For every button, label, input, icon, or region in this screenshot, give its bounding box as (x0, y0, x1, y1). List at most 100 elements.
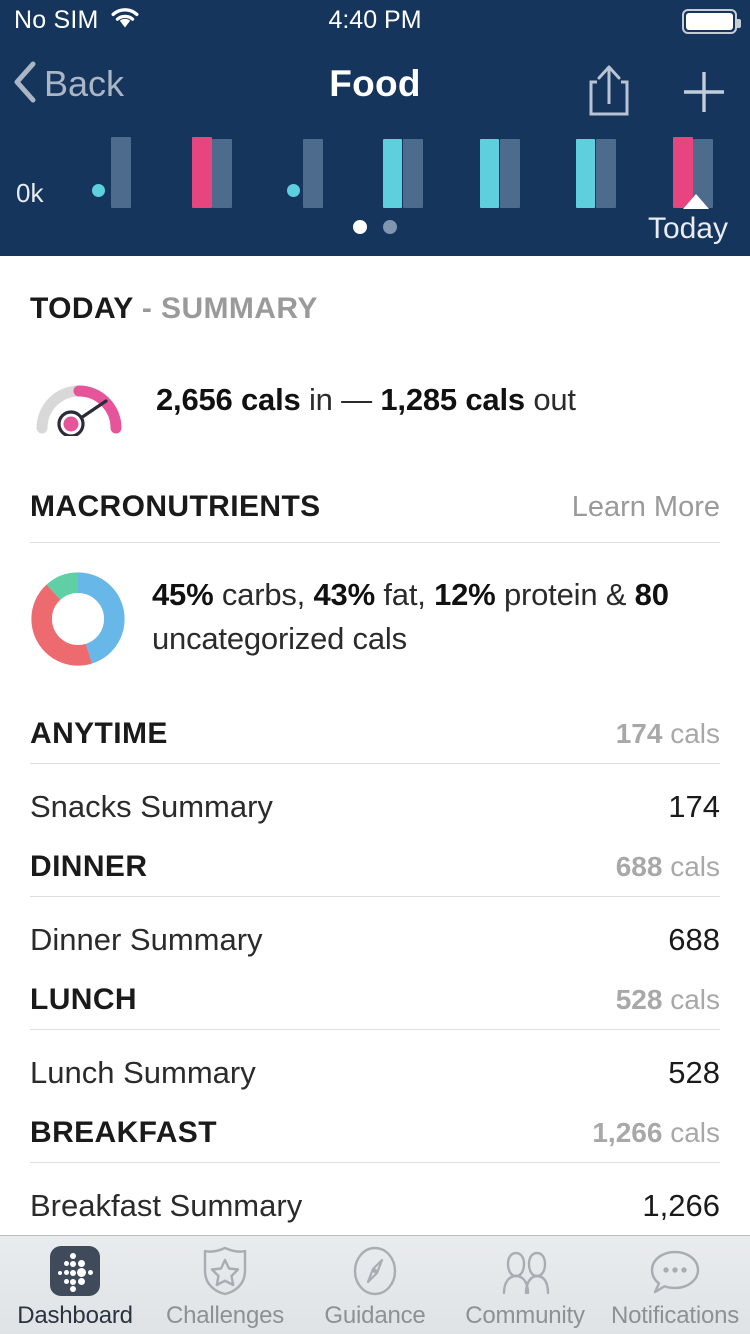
macronutrients-section: MACRONUTRIENTS Learn More 45% carbs, 43%… (0, 490, 750, 667)
chart-bar-out-day-3 (303, 139, 323, 208)
meal-row-value: 1,266 (642, 1188, 720, 1223)
page-dots[interactable] (0, 220, 750, 234)
meal-section-cals: 688 cals (616, 851, 720, 883)
today-heading-muted: SUMMARY (161, 292, 318, 325)
tab-bar: Dashboard Challenges Guidance Community … (0, 1235, 750, 1334)
caret-up-icon (683, 194, 709, 209)
learn-more-link[interactable]: Learn More (572, 491, 720, 524)
meal-group-dinner: DINNER 688 cals Dinner Summary 688 (0, 850, 750, 983)
header: No SIM 4:40 PM Back Food 0k Today (0, 0, 750, 309)
meal-section-title: ANYTIME (30, 717, 168, 750)
calories-summary-text: 2,656 cals in — 1,285 cals out (156, 382, 576, 418)
tab-challenges[interactable]: Challenges (150, 1236, 300, 1334)
compass-icon (350, 1245, 400, 1297)
fat-percent: 43% (313, 577, 376, 612)
meal-row[interactable]: Snacks Summary 174 (0, 764, 750, 850)
meal-row-value: 528 (668, 1055, 720, 1090)
meal-section-cals: 1,266 cals (592, 1117, 720, 1149)
tab-dashboard[interactable]: Dashboard (0, 1236, 150, 1334)
chart-bar-in-day-2 (192, 137, 212, 208)
today-heading-bold: TODAY (30, 292, 134, 325)
battery-icon (682, 9, 741, 34)
meal-section-header: LUNCH 528 cals (0, 983, 750, 1029)
page-title: Food (329, 63, 421, 104)
meal-section-title: DINNER (30, 850, 148, 883)
protein-percent: 12% (434, 577, 496, 612)
tab-dashboard-label: Dashboard (17, 1302, 133, 1329)
meal-section-title: LUNCH (30, 983, 137, 1016)
meal-section-cals-value: 688 (615, 851, 663, 882)
macronutrients-row[interactable]: 45% carbs, 43% fat, 12% protein & 80 unc… (30, 543, 720, 667)
chart-bar-out-day-4 (403, 139, 423, 208)
today-summary-heading: TODAY - SUMMARY (30, 292, 720, 326)
weekly-calories-chart[interactable] (0, 118, 750, 309)
meal-row-name: Lunch Summary (30, 1055, 256, 1090)
donut-chart-icon (30, 571, 126, 667)
meal-section-cals: 174 cals (616, 718, 720, 750)
meal-section-cals-value: 1,266 (592, 1117, 663, 1148)
meal-section-cals-unit: cals (670, 1117, 720, 1148)
people-icon (496, 1245, 554, 1297)
chart-bar-out-day-5 (500, 139, 520, 208)
meal-row-name: Breakfast Summary (30, 1188, 303, 1223)
page-dot-1[interactable] (353, 220, 367, 234)
chart-bar-in-day-6 (576, 139, 595, 208)
cals-in-word: in (308, 382, 333, 417)
meal-section-cals-unit: cals (670, 718, 720, 749)
carbs-label: carbs, (221, 577, 306, 612)
scroll-body[interactable]: TODAY - SUMMARY 2,656 cals in — 1,285 ca… (0, 256, 750, 1334)
page-dot-2[interactable] (383, 220, 397, 234)
meal-row-value: 688 (668, 922, 720, 957)
chart-bar-out-day-1 (111, 137, 131, 208)
cals-in-unit: cals (241, 382, 301, 417)
meal-section-cals-value: 528 (615, 984, 663, 1015)
fat-label: fat, (383, 577, 426, 612)
tab-guidance-label: Guidance (324, 1302, 426, 1329)
tab-community-label: Community (465, 1302, 585, 1329)
cals-in-value: 2,656 (156, 382, 233, 417)
calories-summary-row[interactable]: 2,656 cals in — 1,285 cals out (30, 364, 720, 438)
tab-challenges-label: Challenges (165, 1302, 285, 1329)
meal-sections: ANYTIME 174 cals Snacks Summary 174 DINN… (0, 717, 750, 1249)
carbs-percent: 45% (152, 577, 214, 612)
meal-section-cals-unit: cals (670, 984, 720, 1015)
meal-row[interactable]: Dinner Summary 688 (0, 897, 750, 983)
tab-guidance[interactable]: Guidance (300, 1236, 450, 1334)
meal-section-header: DINNER 688 cals (0, 850, 750, 896)
meal-section-cals: 528 cals (616, 984, 720, 1016)
tab-notifications[interactable]: Notifications (600, 1236, 750, 1334)
meal-section-cals-unit: cals (670, 851, 720, 882)
uncategorized-value: 80 (634, 577, 669, 612)
tab-community[interactable]: Community (450, 1236, 600, 1334)
meal-section-header: ANYTIME 174 cals (0, 717, 750, 763)
meal-section-header: BREAKFAST 1,266 cals (0, 1116, 750, 1162)
chart-axis-label: 0k (16, 178, 44, 208)
macronutrients-text: 45% carbs, 43% fat, 12% protein & 80 unc… (152, 571, 720, 661)
meal-row-value: 174 (668, 789, 720, 824)
plus-icon[interactable] (680, 68, 728, 121)
summary-dash: — (341, 382, 372, 417)
macronutrients-header: MACRONUTRIENTS Learn More (30, 490, 720, 542)
chart-bar-out-day-6 (596, 139, 616, 208)
meal-section-cals-value: 174 (615, 718, 663, 749)
meal-group-breakfast: BREAKFAST 1,266 cals Breakfast Summary 1… (0, 1116, 750, 1249)
chart-bar-out-day-2 (212, 139, 232, 208)
meal-row[interactable]: Lunch Summary 528 (0, 1030, 750, 1116)
meal-section-title: BREAKFAST (30, 1116, 217, 1149)
cals-out-word: out (533, 382, 576, 417)
meal-row-name: Dinner Summary (30, 922, 263, 957)
chart-bar-in-day-4 (383, 139, 402, 208)
speedometer-gauge-icon (30, 364, 128, 438)
shield-star-icon (200, 1245, 250, 1297)
meal-group-anytime: ANYTIME 174 cals Snacks Summary 174 (0, 717, 750, 850)
macronutrients-heading: MACRONUTRIENTS (30, 490, 321, 523)
chart-dot-in-day-1 (92, 184, 105, 197)
cals-out-value: 1,285 (380, 382, 457, 417)
share-icon[interactable] (585, 62, 633, 123)
today-heading-sep: - (133, 292, 162, 325)
uncategorized-label: uncategorized cals (152, 621, 407, 657)
fitbit-dots-icon (50, 1245, 100, 1297)
status-bar: No SIM 4:40 PM (0, 0, 750, 42)
meal-group-lunch: LUNCH 528 cals Lunch Summary 528 (0, 983, 750, 1116)
protein-label: protein & (503, 577, 627, 612)
